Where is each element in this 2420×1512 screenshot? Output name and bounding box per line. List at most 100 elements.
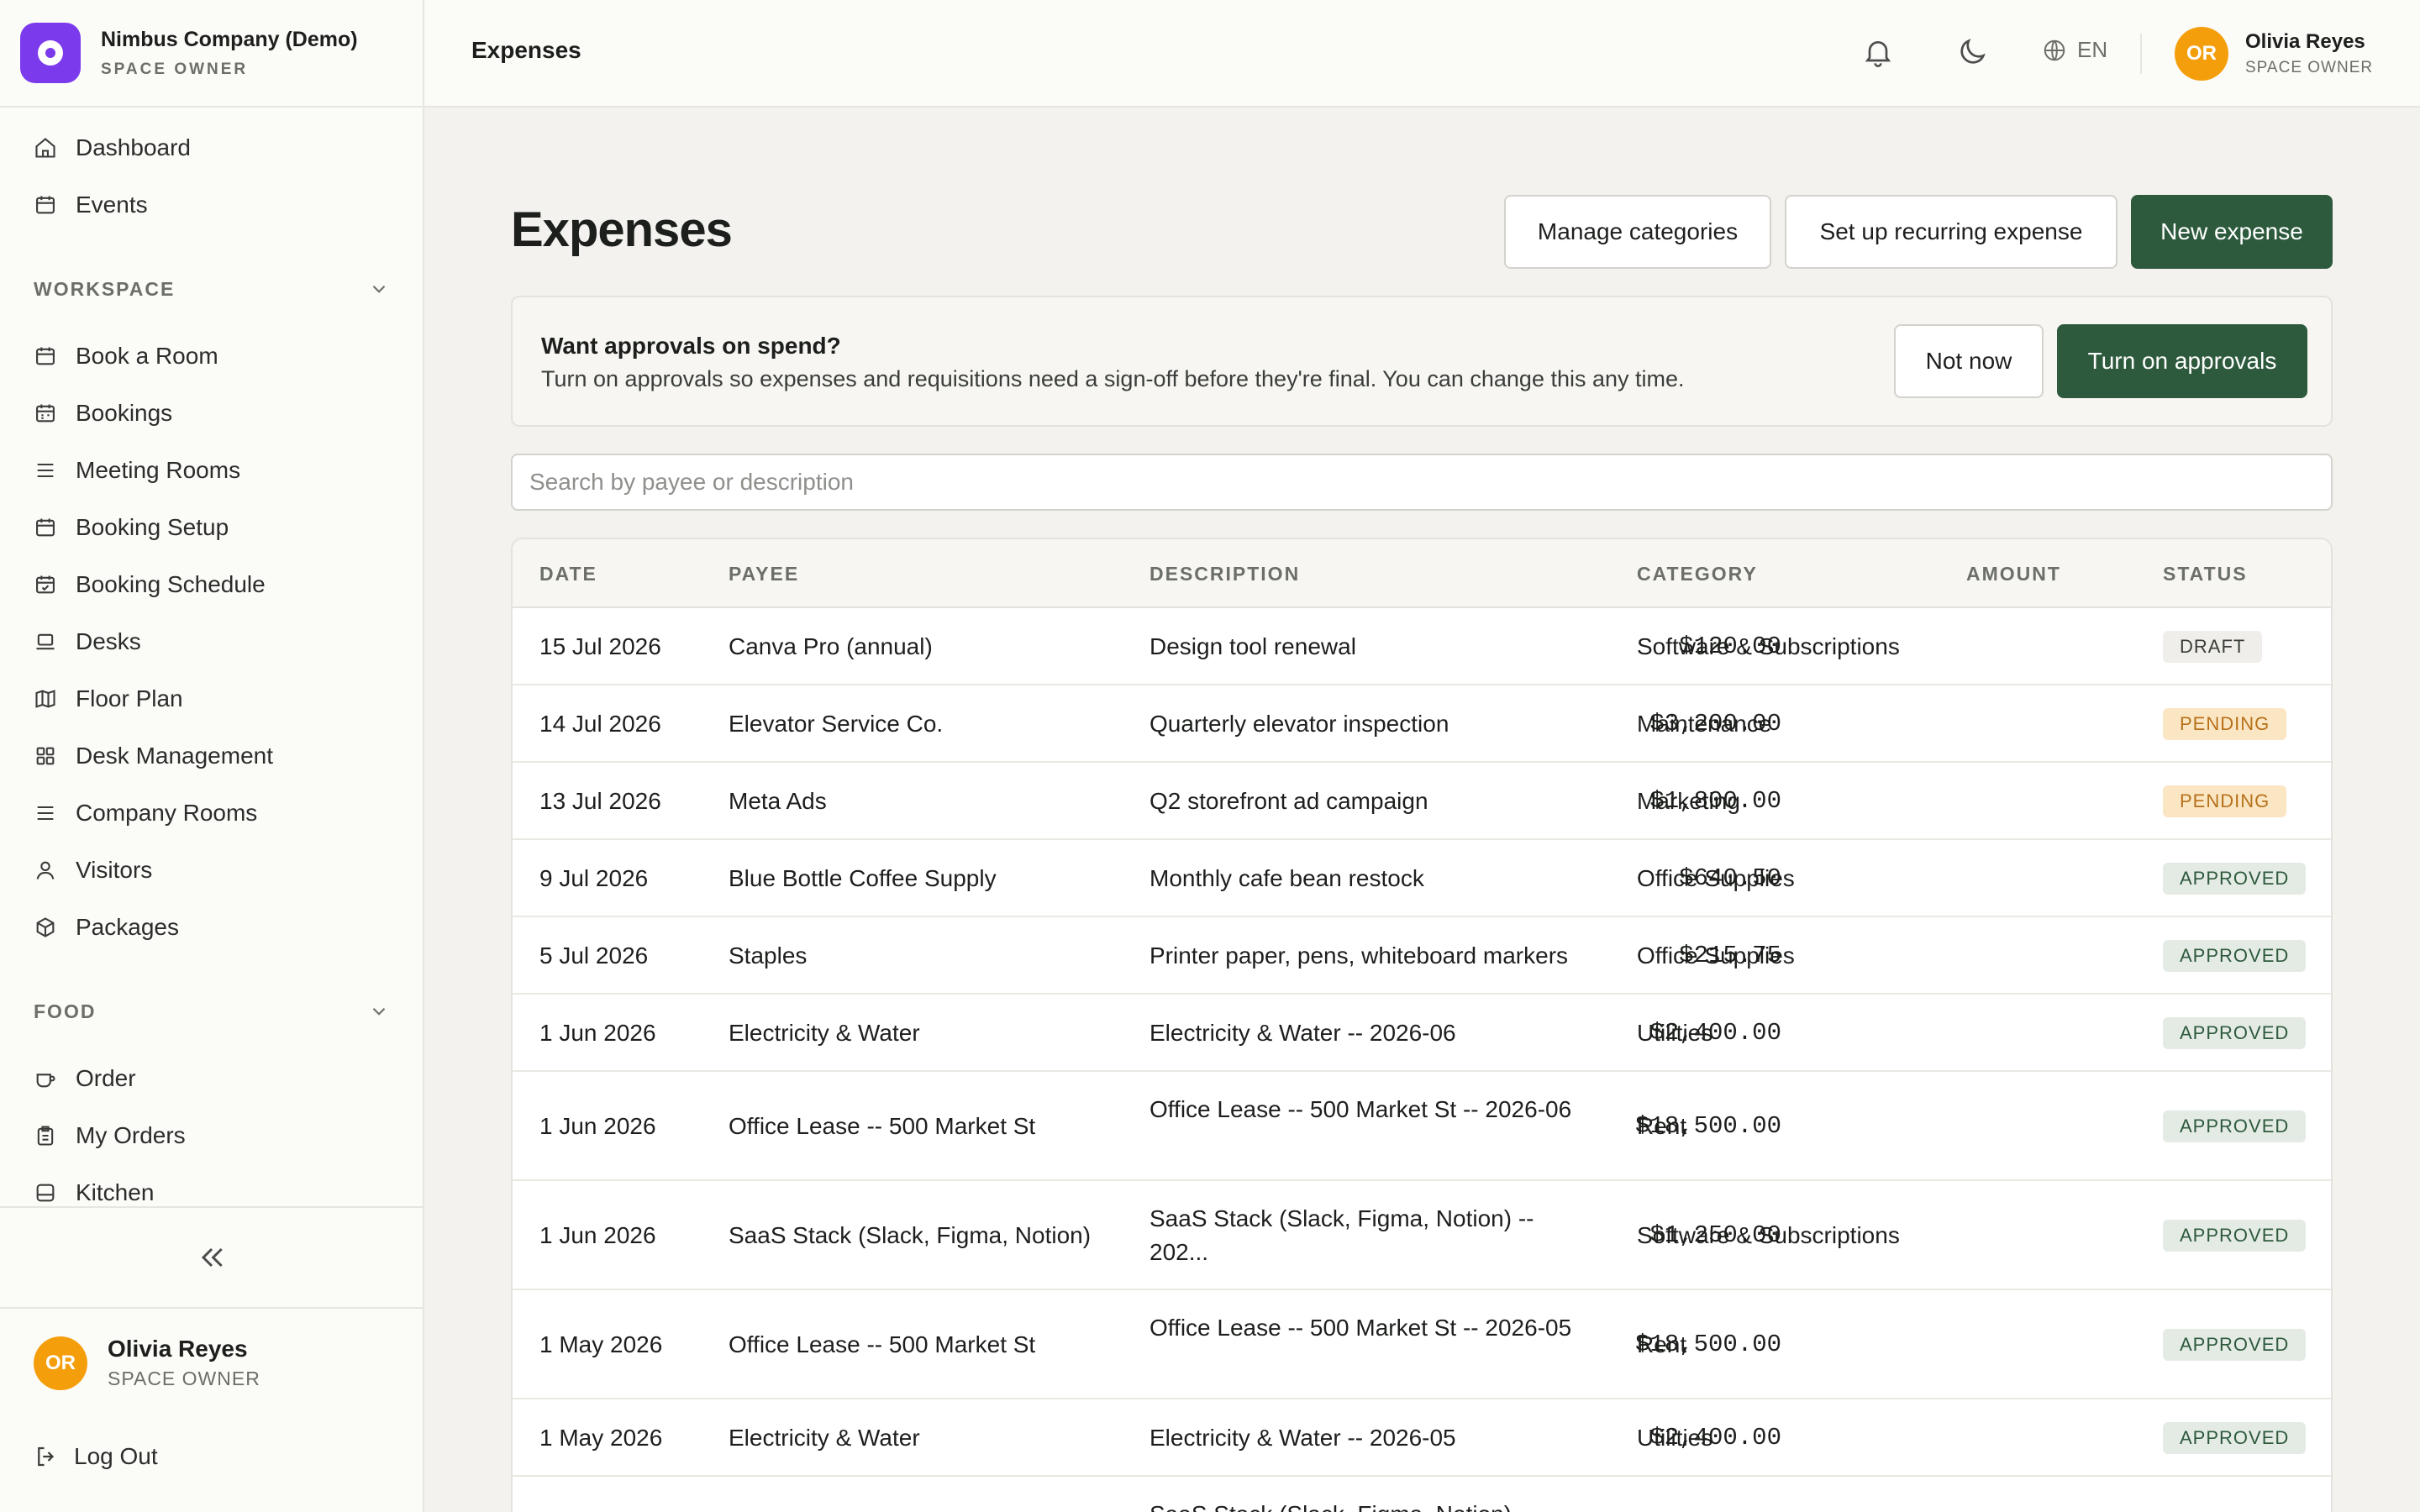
- sidebar-item-label: Bookings: [76, 400, 173, 426]
- sidebar-item-label: Desks: [76, 628, 141, 654]
- not-now-button[interactable]: Not now: [1894, 324, 2044, 398]
- cell-date: 13 Jul 2026: [539, 788, 661, 814]
- sidebar-item-packages[interactable]: Packages: [34, 907, 179, 948]
- home-icon: [35, 138, 55, 158]
- sidebar: Nimbus Company (Demo) SPACE OWNER Dashbo…: [0, 0, 424, 1512]
- cell-description: SaaS Stack (Slack, Figma, Notion): [1150, 1498, 1586, 1512]
- column-header-payee[interactable]: PAYEE: [729, 563, 799, 585]
- status-badge: APPROVED: [2163, 1110, 2307, 1142]
- table-row[interactable]: 1 Jun 2026 Electricity & Water Electrici…: [513, 995, 2331, 1072]
- turn-on-approvals-button[interactable]: Turn on approvals: [2057, 324, 2307, 398]
- brand-header[interactable]: Nimbus Company (Demo) SPACE OWNER: [0, 0, 423, 108]
- sidebar-item-dashboard[interactable]: Dashboard: [34, 128, 191, 168]
- table-row[interactable]: 9 Jul 2026 Blue Bottle Coffee Supply Mon…: [513, 840, 2331, 917]
- status-badge: APPROVED: [2163, 863, 2307, 895]
- table-row[interactable]: 5 Jul 2026 Staples Printer paper, pens, …: [513, 917, 2331, 995]
- sidebar-item-label: Packages: [76, 914, 179, 940]
- manage-categories-button[interactable]: Manage categories: [1504, 195, 1771, 269]
- food-section-header[interactable]: FOOD: [34, 995, 390, 1028]
- sidebar-nav: Dashboard Events WORKSPACE Book a Room B…: [0, 108, 423, 1206]
- status-badge: APPROVED: [2163, 1422, 2307, 1454]
- logout-label: Log Out: [74, 1443, 158, 1469]
- sidebar-item-desks[interactable]: Desks: [34, 622, 141, 662]
- chevron-down-icon: [372, 1007, 386, 1016]
- sidebar-item-meeting-rooms[interactable]: Meeting Rooms: [34, 450, 240, 491]
- column-header-category[interactable]: CATEGORY: [1637, 563, 1758, 585]
- column-header-amount[interactable]: AMOUNT: [1966, 563, 2061, 585]
- table-row[interactable]: 15 Jul 2026 Canva Pro (annual) Design to…: [513, 608, 2331, 685]
- sidebar-item-booking-setup[interactable]: Booking Setup: [34, 507, 229, 548]
- brand-logo: [20, 23, 81, 83]
- table-header: DATE PAYEE DESCRIPTION CATEGORY AMOUNT S…: [513, 539, 2331, 608]
- table-row[interactable]: 13 Jul 2026 Meta Ads Q2 storefront ad ca…: [513, 763, 2331, 840]
- sidebar-item-company-rooms[interactable]: Company Rooms: [34, 793, 257, 833]
- package-icon: [36, 917, 55, 937]
- calendar-check-icon: [36, 575, 55, 594]
- grid-icon: [36, 747, 55, 765]
- sidebar-item-floor-plan[interactable]: Floor Plan: [34, 679, 183, 719]
- cell-amount: $2,400.00: [1649, 1424, 1781, 1452]
- language-selector[interactable]: EN: [2042, 37, 2107, 63]
- sidebar-item-label: Kitchen: [76, 1179, 155, 1205]
- new-expense-button[interactable]: New expense: [2131, 195, 2333, 269]
- banner-heading: Want approvals on spend?: [541, 333, 841, 359]
- table-row[interactable]: SaaS Stack (Slack, Figma, Notion): [513, 1477, 2331, 1512]
- cell-amount: $120.00: [1679, 633, 1781, 660]
- table-row[interactable]: 14 Jul 2026 Elevator Service Co. Quarter…: [513, 685, 2331, 763]
- cell-payee: Office Lease -- 500 Market St: [729, 1331, 1036, 1357]
- cell-description: Electricity & Water -- 2026-06: [1150, 1020, 1456, 1046]
- search-input[interactable]: [511, 454, 2333, 511]
- moon-icon[interactable]: [1955, 35, 1989, 69]
- expenses-table: DATE PAYEE DESCRIPTION CATEGORY AMOUNT S…: [511, 538, 2333, 1512]
- cell-payee: Electricity & Water: [729, 1020, 920, 1046]
- sidebar-item-order[interactable]: Order: [34, 1058, 136, 1099]
- cell-description: SaaS Stack (Slack, Figma, Notion) -- 202…: [1150, 1205, 1534, 1265]
- column-header-status[interactable]: STATUS: [2163, 563, 2248, 585]
- page-title: Expenses: [511, 202, 733, 257]
- language-code: EN: [2077, 37, 2108, 62]
- sidebar-item-bookings[interactable]: Bookings: [34, 393, 172, 433]
- sidebar-item-book-a-room[interactable]: Book a Room: [34, 336, 218, 376]
- setup-recurring-expense-button[interactable]: Set up recurring expense: [1785, 195, 2118, 269]
- sidebar-item-desk-management[interactable]: Desk Management: [34, 736, 273, 776]
- sidebar-item-visitors[interactable]: Visitors: [34, 850, 152, 890]
- column-header-date[interactable]: DATE: [539, 563, 597, 585]
- avatar: OR: [2175, 27, 2228, 81]
- table-row[interactable]: 1 Jun 2026 SaaS Stack (Slack, Figma, Not…: [513, 1181, 2331, 1290]
- sidebar-item-kitchen[interactable]: Kitchen: [34, 1173, 154, 1206]
- bell-icon[interactable]: [1861, 35, 1895, 69]
- laptop-icon: [36, 633, 55, 650]
- cell-amount: $3,200.00: [1649, 710, 1781, 738]
- sidebar-item-events[interactable]: Events: [34, 185, 148, 225]
- sidebar-item-my-orders[interactable]: My Orders: [34, 1116, 186, 1156]
- calendar-icon: [36, 518, 55, 537]
- user-name: Olivia Reyes: [108, 1336, 248, 1362]
- user-role: SPACE OWNER: [2245, 59, 2374, 76]
- table-row[interactable]: 1 Jun 2026 Office Lease -- 500 Market St…: [513, 1072, 2331, 1181]
- column-header-description[interactable]: DESCRIPTION: [1150, 563, 1300, 585]
- topbar-user-menu[interactable]: OR Olivia Reyes SPACE OWNER: [2175, 27, 2373, 81]
- status-badge: PENDING: [2163, 708, 2287, 740]
- table-row[interactable]: 1 May 2026 Office Lease -- 500 Market St…: [513, 1290, 2331, 1399]
- status-badge: APPROVED: [2163, 1017, 2307, 1049]
- sidebar-item-label: My Orders: [76, 1122, 186, 1148]
- cell-date: 1 Jun 2026: [539, 1113, 656, 1139]
- sidebar-item-label: Dashboard: [76, 134, 191, 160]
- logout-icon: [38, 1446, 55, 1467]
- sidebar-item-label: Floor Plan: [76, 685, 183, 711]
- sidebar-user[interactable]: OR Olivia Reyes SPACE OWNER: [34, 1336, 260, 1390]
- cell-date: 1 May 2026: [539, 1331, 663, 1357]
- section-title: WORKSPACE: [34, 277, 176, 300]
- cell-date: 14 Jul 2026: [539, 711, 661, 737]
- cell-payee: SaaS Stack (Slack, Figma, Notion): [729, 1222, 1092, 1248]
- status-badge: APPROVED: [2163, 1329, 2307, 1361]
- table-row[interactable]: 1 May 2026 Electricity & Water Electrici…: [513, 1399, 2331, 1477]
- clipboard-icon: [37, 1126, 54, 1146]
- cell-description: Office Lease -- 500 Market St -- 2026-06: [1150, 1096, 1572, 1122]
- cell-amount: $2,400.00: [1649, 1019, 1781, 1047]
- cell-date: 9 Jul 2026: [539, 865, 649, 891]
- sidebar-item-booking-schedule[interactable]: Booking Schedule: [34, 564, 266, 605]
- logout-button[interactable]: Log Out: [34, 1443, 158, 1470]
- collapse-sidebar-button[interactable]: [0, 1206, 423, 1309]
- workspace-section-header[interactable]: WORKSPACE: [34, 272, 390, 306]
